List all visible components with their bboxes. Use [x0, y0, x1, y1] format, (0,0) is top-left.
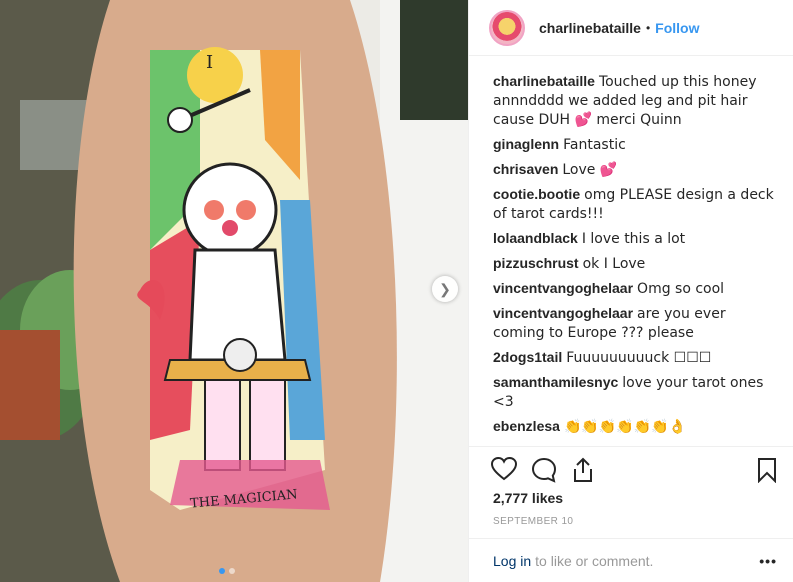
comment-item: ebenzlesa 👏👏👏👏👏👏👌: [493, 417, 779, 436]
login-bar: Log in to like or comment. •••: [469, 538, 793, 582]
bookmark-icon[interactable]: [757, 457, 777, 483]
likes-count[interactable]: 2,777 likes: [493, 490, 563, 506]
post-header: charlinebataille • Follow: [469, 0, 793, 56]
comment-username[interactable]: samanthamilesnyc: [493, 374, 618, 390]
comment-username[interactable]: ebenzlesa: [493, 418, 560, 434]
comment-item: pizzuschrust ok I Love: [493, 254, 779, 273]
next-photo-button[interactable]: ❯: [432, 276, 458, 302]
comment-icon[interactable]: [531, 457, 557, 483]
chevron-right-icon: ❯: [439, 280, 451, 297]
comment-text: Love 💕: [562, 162, 618, 178]
comment-username[interactable]: pizzuschrust: [493, 255, 579, 271]
comment-list[interactable]: charlinebataille Touched up this honey an…: [493, 72, 779, 444]
comment-item: chrisaven Love 💕: [493, 160, 779, 179]
comment-item: charlinebataille Touched up this honey an…: [493, 72, 779, 129]
comment-username[interactable]: vincentvangoghelaar: [493, 280, 633, 296]
tarot-number-label: I: [206, 52, 214, 73]
action-icons: [491, 457, 777, 483]
comment-text: 👏👏👏👏👏👏👌: [563, 419, 686, 435]
comment-username[interactable]: lolaandblack: [493, 230, 578, 246]
comment-text: Fantastic: [563, 137, 626, 153]
comment-username[interactable]: vincentvangoghelaar: [493, 305, 633, 321]
comment-item: vincentvangoghelaar are you ever coming t…: [493, 304, 779, 342]
header-separator: •: [645, 20, 651, 35]
post-date: SEPTEMBER 10: [493, 516, 574, 527]
comment-username[interactable]: 2dogs1tail: [493, 349, 562, 365]
comment-text: I love this a lot: [581, 231, 686, 247]
comment-username[interactable]: chrisaven: [493, 161, 558, 177]
share-icon[interactable]: [571, 457, 595, 483]
comment-text: Omg so cool: [637, 281, 725, 297]
comment-username[interactable]: therinbrooks: [493, 443, 579, 444]
comment-item: samanthamilesnyc love your tarot ones <3: [493, 373, 779, 411]
comment-item: therinbrooks😍😍😍😍😍😍: [493, 442, 779, 444]
comment-item: ginaglenn Fantastic: [493, 135, 779, 154]
login-suffix: to like or comment.: [535, 552, 654, 569]
comment-item: cootie.bootie omg PLEASE design a deck of…: [493, 185, 779, 223]
comment-item: lolaandblack I love this a lot: [493, 229, 779, 248]
post-photo[interactable]: I THE MAGICIAN ❯: [0, 0, 468, 582]
comment-text: ok I Love: [582, 256, 646, 272]
comment-item: 2dogs1tail Fuuuuuuuuuck ☐☐☐: [493, 348, 779, 367]
comment-username[interactable]: ginaglenn: [493, 136, 559, 152]
comment-username[interactable]: cootie.bootie: [493, 186, 580, 202]
heart-icon[interactable]: [491, 457, 517, 481]
post-actions: 2,777 likes SEPTEMBER 10: [469, 446, 793, 539]
carousel-indicator: [219, 568, 235, 574]
comment-item: vincentvangoghelaar Omg so cool: [493, 279, 779, 298]
carousel-dot: [229, 568, 235, 574]
comment-text: Fuuuuuuuuuck ☐☐☐: [566, 350, 712, 366]
post-username[interactable]: charlinebataille: [539, 20, 641, 36]
post-sidebar: charlinebataille • Follow charlinebatail…: [468, 0, 793, 582]
more-options-button[interactable]: •••: [759, 553, 777, 569]
login-link[interactable]: Log in: [493, 553, 531, 569]
follow-button[interactable]: Follow: [655, 20, 699, 36]
avatar[interactable]: [489, 9, 525, 46]
carousel-dot-active: [219, 568, 225, 574]
comment-username[interactable]: charlinebataille: [493, 73, 595, 89]
